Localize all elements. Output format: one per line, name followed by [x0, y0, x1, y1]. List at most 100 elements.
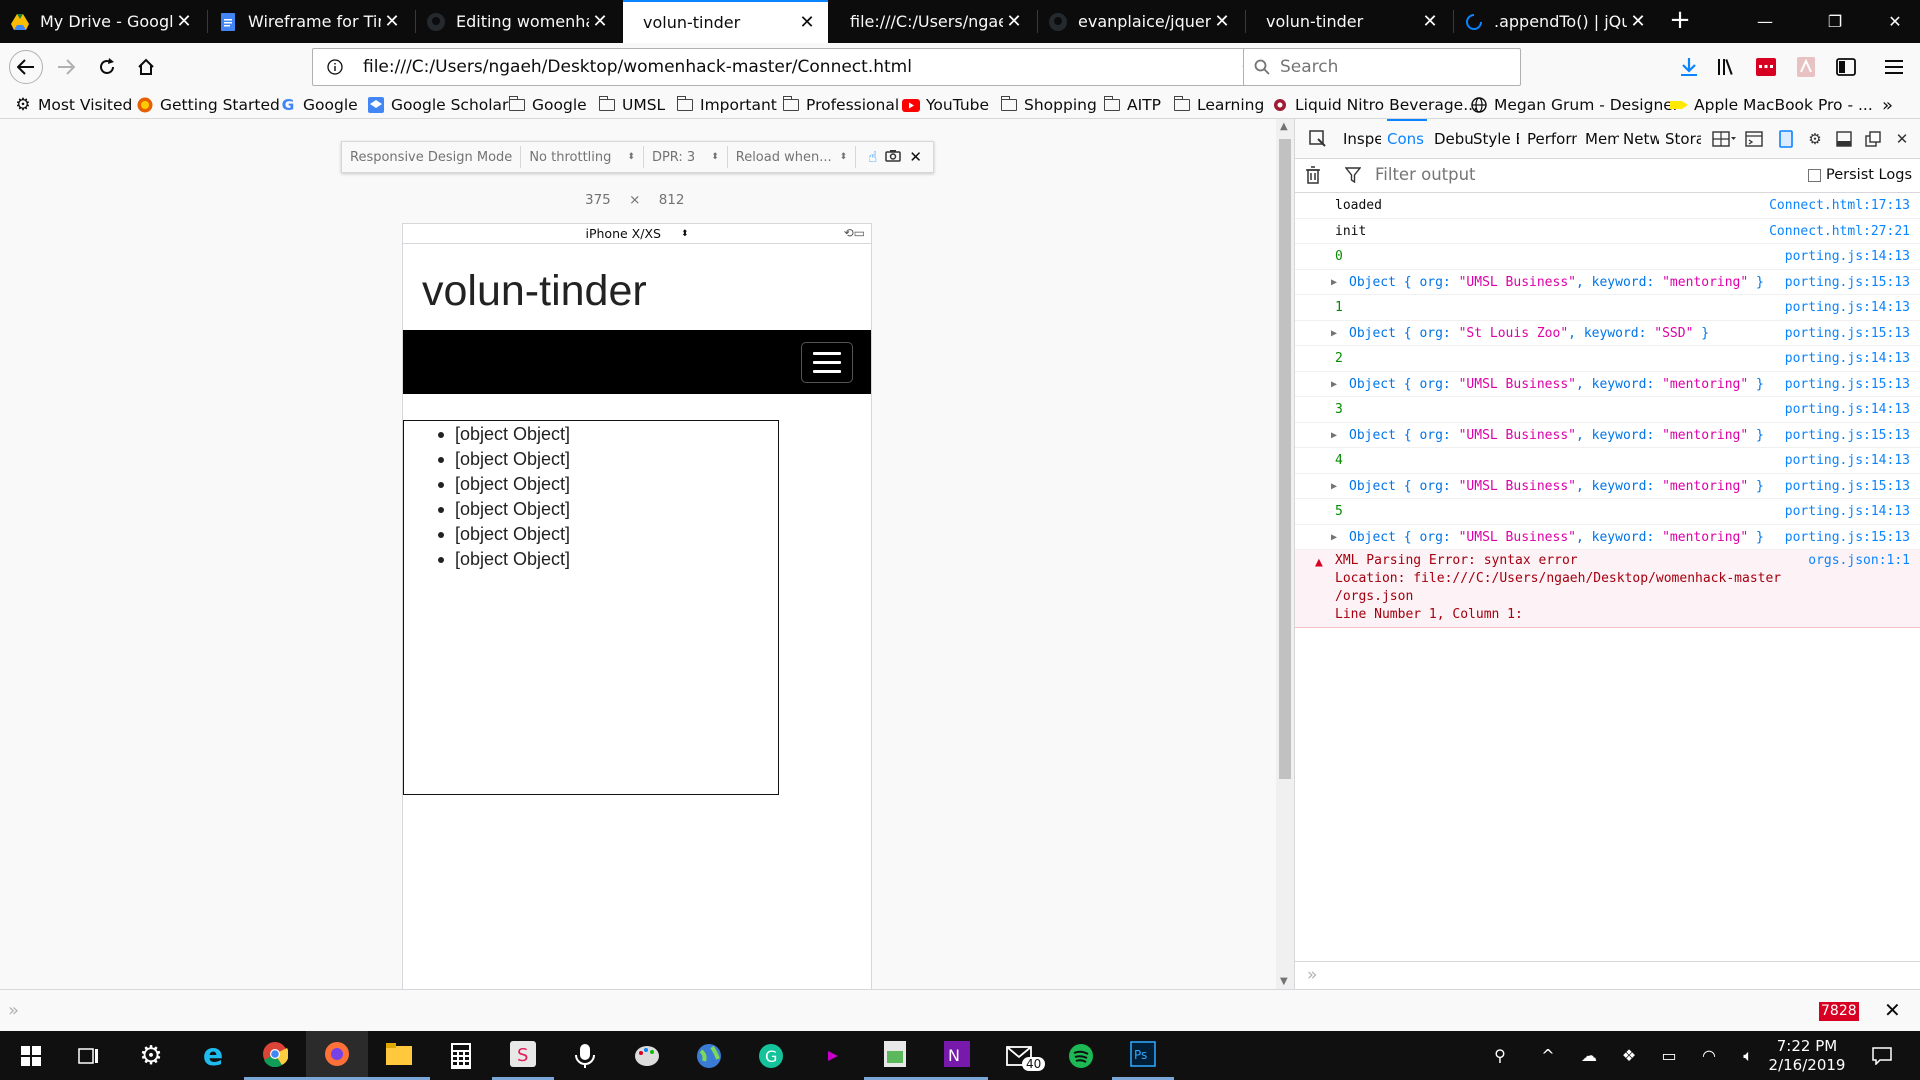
console-input[interactable]: »: [1295, 961, 1920, 989]
log-source-link[interactable]: porting.js:15:13: [1785, 372, 1910, 398]
windows-start-icon[interactable]: [0, 1031, 62, 1080]
close-tab-icon[interactable]: ✕: [1627, 11, 1649, 32]
expand-triangle-icon[interactable]: ▶: [1331, 474, 1337, 500]
tab-network[interactable]: Netw: [1623, 119, 1659, 159]
error-source-link[interactable]: orgs.json:1:1: [1808, 552, 1910, 570]
overflow-panels-icon[interactable]: [1709, 129, 1739, 149]
browser-tab[interactable]: volun-tinder ✕: [1246, 0, 1451, 43]
dpr-select[interactable]: DPR: 3 ⬍: [644, 146, 728, 168]
scroll-down-arrow[interactable]: ▼: [1280, 976, 1288, 987]
tab-console[interactable]: Cons: [1387, 119, 1427, 159]
sidebar-icon[interactable]: [1832, 53, 1860, 81]
search-bar[interactable]: [1243, 48, 1521, 86]
info-icon[interactable]: [317, 59, 353, 75]
chrome-icon[interactable]: [244, 1031, 306, 1080]
battery-icon[interactable]: ▭: [1654, 1031, 1684, 1080]
log-source-link[interactable]: porting.js:14:13: [1785, 448, 1910, 474]
downloads-icon[interactable]: [1675, 53, 1703, 81]
viewport-height[interactable]: 812: [659, 192, 685, 208]
trash-icon[interactable]: [1305, 166, 1321, 188]
console-filter-input[interactable]: [1375, 165, 1675, 184]
pdf-extension-icon[interactable]: [1792, 53, 1820, 81]
file-icon[interactable]: [864, 1031, 926, 1080]
browser-tab[interactable]: .appendTo() | jQuery ✕: [1454, 0, 1659, 43]
log-object[interactable]: Object { org: "UMSL Business", keyword: …: [1349, 474, 1764, 500]
url-bar[interactable]: file:///C:/Users/ngaeh/Desktop/womenhack…: [312, 48, 1345, 86]
volume-icon[interactable]: 🔈︎: [1734, 1031, 1762, 1080]
voice-recorder-icon[interactable]: [554, 1031, 616, 1080]
device-selector[interactable]: iPhone X/XS ⬍ ⟲▭: [403, 224, 871, 244]
bookmark-getting-started[interactable]: Getting Started: [136, 94, 280, 116]
checkbox-box[interactable]: [1808, 168, 1821, 182]
close-tab-icon[interactable]: ✕: [1419, 11, 1441, 32]
log-source-link[interactable]: porting.js:15:13: [1785, 474, 1910, 500]
menu-icon[interactable]: [1880, 53, 1908, 81]
expand-triangle-icon[interactable]: ▶: [1331, 372, 1337, 398]
tab-debugger[interactable]: Debu: [1434, 119, 1474, 159]
dropbox-icon[interactable]: ❖: [1614, 1031, 1644, 1080]
home-button[interactable]: [130, 51, 162, 83]
restore-button[interactable]: ❐: [1810, 0, 1860, 43]
log-source-link[interactable]: porting.js:14:13: [1785, 295, 1910, 321]
url-text[interactable]: file:///C:/Users/ngaeh/Desktop/womenhack…: [353, 57, 1238, 77]
close-tab-icon[interactable]: ✕: [381, 11, 403, 32]
throttling-select[interactable]: No throttling ⬍: [521, 146, 644, 168]
close-icon[interactable]: ✕: [1884, 998, 1901, 1022]
rotate-icon[interactable]: ⟲▭: [844, 226, 865, 240]
chevron-up-icon[interactable]: ^: [1533, 1031, 1563, 1080]
bookmark-folder-learning[interactable]: Learning: [1173, 94, 1264, 116]
people-icon[interactable]: ⚲: [1484, 1031, 1516, 1080]
screenshot-icon[interactable]: [885, 149, 902, 166]
browser-tab[interactable]: Editing womenhack ✕: [416, 0, 621, 43]
globe-app-icon[interactable]: [678, 1031, 740, 1080]
bookmark-most-visited[interactable]: ⚙ Most Visited: [14, 94, 132, 116]
log-object[interactable]: Object { org: "St Louis Zoo", keyword: "…: [1349, 321, 1709, 347]
console-object-row[interactable]: ▶ Object { org: "UMSL Business", keyword…: [1295, 372, 1920, 398]
close-devtools-icon[interactable]: ✕: [1891, 129, 1913, 149]
firefox-icon[interactable]: [306, 1031, 368, 1080]
bookmark-folder-professional[interactable]: Professional: [782, 94, 899, 116]
devtools-settings-icon[interactable]: ⚙: [1804, 129, 1826, 149]
console-object-row[interactable]: ▶ Object { org: "UMSL Business", keyword…: [1295, 270, 1920, 296]
log-source-link[interactable]: porting.js:15:13: [1785, 423, 1910, 449]
chevron-right-icon[interactable]: »: [8, 1000, 19, 1021]
log-source-link[interactable]: porting.js:15:13: [1785, 321, 1910, 347]
element-picker-icon[interactable]: [1307, 129, 1329, 149]
mail-icon[interactable]: 40: [988, 1031, 1050, 1080]
new-tab-button[interactable]: +: [1665, 0, 1695, 43]
page-scrollbar[interactable]: ▲ ▼: [1276, 119, 1294, 989]
log-object[interactable]: Object { org: "UMSL Business", keyword: …: [1349, 372, 1764, 398]
log-source-link[interactable]: Connect.html:27:21: [1769, 219, 1910, 245]
tab-style-editor[interactable]: Style E: [1473, 119, 1519, 159]
console-object-row[interactable]: ▶ Object { org: "St Louis Zoo", keyword:…: [1295, 321, 1920, 347]
touch-simulation-icon[interactable]: ☝: [868, 148, 877, 166]
responsive-mode-icon[interactable]: [1775, 129, 1797, 149]
expand-triangle-icon[interactable]: ▶: [1331, 321, 1337, 347]
log-source-link[interactable]: porting.js:14:13: [1785, 346, 1910, 372]
counter-badge[interactable]: 7828: [1819, 1002, 1859, 1021]
scroll-up-arrow[interactable]: ▲: [1280, 121, 1288, 132]
expand-triangle-icon[interactable]: ▶: [1331, 423, 1337, 449]
bookmark-folder-aitp[interactable]: AITP: [1103, 94, 1161, 116]
tab-memory[interactable]: Mem: [1585, 119, 1619, 159]
tab-performance[interactable]: Perform: [1527, 119, 1577, 159]
onedrive-icon[interactable]: ☁: [1574, 1031, 1604, 1080]
spotify-icon[interactable]: [1050, 1031, 1112, 1080]
bookmark-apple-macbook[interactable]: Apple MacBook Pro - ...: [1670, 94, 1873, 116]
close-tab-icon[interactable]: ✕: [173, 11, 195, 32]
close-tab-icon[interactable]: ✕: [1003, 11, 1025, 32]
scratchpad-icon[interactable]: [1743, 129, 1765, 149]
separate-window-icon[interactable]: [1862, 129, 1884, 149]
grammarly-icon[interactable]: G: [740, 1031, 802, 1080]
internet-explorer-icon[interactable]: e: [182, 1031, 244, 1080]
wifi-icon[interactable]: ◠: [1694, 1031, 1724, 1080]
bookmark-liquid-nitro[interactable]: Liquid Nitro Beverage...: [1271, 94, 1478, 116]
tab-inspector[interactable]: Inspe: [1343, 119, 1381, 159]
log-source-link[interactable]: porting.js:15:13: [1785, 270, 1910, 296]
persist-logs-checkbox[interactable]: Persist Logs: [1808, 167, 1912, 183]
slack-icon[interactable]: S: [492, 1031, 554, 1080]
console-object-row[interactable]: ▶ Object { org: "UMSL Business", keyword…: [1295, 474, 1920, 500]
console-object-row[interactable]: ▶ Object { org: "UMSL Business", keyword…: [1295, 525, 1920, 550]
bookmark-folder-umsl[interactable]: UMSL: [598, 94, 665, 116]
scrollbar-thumb[interactable]: [1279, 139, 1291, 779]
